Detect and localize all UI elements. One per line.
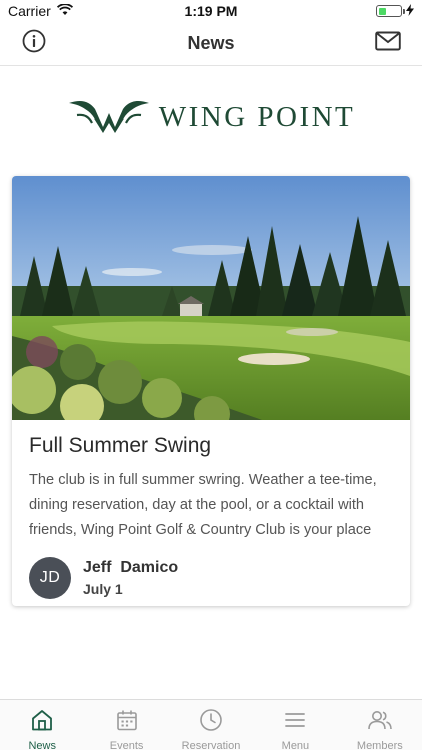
battery-icon — [376, 5, 405, 17]
battery-level — [378, 7, 386, 15]
tab-reservation[interactable]: Reservation — [169, 700, 253, 750]
tab-label-reservation: Reservation — [181, 740, 241, 750]
mail-icon — [375, 31, 401, 56]
news-card[interactable]: Full Summer Swing The club is in full su… — [12, 176, 410, 606]
tab-events[interactable]: Events — [84, 700, 168, 750]
home-icon — [30, 708, 54, 737]
author-name: Jeff Damico — [83, 559, 179, 576]
charging-icon — [406, 3, 414, 19]
wifi-icon — [56, 3, 73, 19]
mail-button[interactable] — [372, 28, 404, 60]
club-logo: WING POINT — [0, 92, 422, 142]
info-icon — [22, 29, 46, 58]
article-title: Full Summer Swing — [29, 434, 212, 457]
tab-label-events: Events — [109, 740, 144, 750]
avatar: JD — [29, 557, 71, 599]
article-image — [12, 176, 410, 420]
article-author: JD Jeff Damico July 1 — [29, 557, 393, 599]
status-bar: Carrier 1:19 PM — [0, 0, 422, 22]
page-title: News — [187, 33, 235, 53]
tab-members[interactable]: Members — [338, 700, 422, 750]
article-excerpt: The club is in full summer swring. Weath… — [29, 472, 377, 538]
info-button[interactable] — [18, 28, 50, 60]
status-time: 1:19 PM — [184, 3, 238, 19]
article-date: July 1 — [83, 581, 123, 597]
tab-menu[interactable]: Menu — [253, 700, 337, 750]
tab-label-news: News — [28, 740, 56, 750]
tab-news[interactable]: News — [0, 700, 84, 750]
calendar-icon — [115, 708, 139, 737]
tab-label-menu: Menu — [281, 740, 310, 750]
members-icon — [367, 708, 393, 737]
tab-label-members: Members — [356, 740, 403, 750]
logo-wordmark: WING POINT — [158, 100, 356, 133]
navigation-bar: News — [0, 22, 422, 66]
clock-icon — [199, 708, 223, 737]
wing-logo-icon — [67, 95, 151, 140]
menu-icon — [283, 708, 307, 737]
tab-bar: News Events Reservation Menu Members — [0, 699, 422, 750]
carrier-label: Carrier — [8, 3, 51, 19]
